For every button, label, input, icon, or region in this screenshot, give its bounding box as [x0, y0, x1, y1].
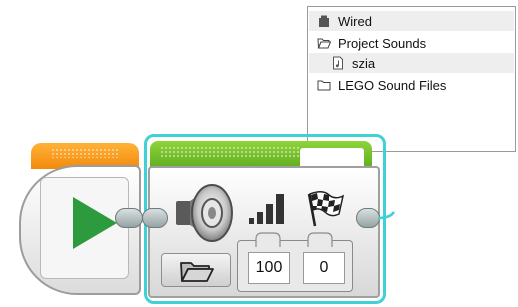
- tree-item-label: Project Sounds: [338, 35, 427, 51]
- parameter-connectors: [255, 232, 333, 247]
- volume-input[interactable]: 100: [248, 252, 290, 284]
- selection-connector-wire: [378, 211, 396, 220]
- tree-item-project-sounds[interactable]: Project Sounds: [309, 33, 514, 53]
- file-select-button[interactable]: [161, 253, 231, 287]
- folder-icon: [180, 262, 214, 282]
- tree-item-label: Wired: [338, 13, 372, 29]
- sequence-plug-out-sound[interactable]: [356, 208, 380, 228]
- program-canvas[interactable]: Wired Project Sounds szia LEGO Sound Fil…: [0, 0, 518, 307]
- tree-item-szia[interactable]: szia: [309, 53, 514, 73]
- speaker-icon: [176, 184, 233, 242]
- sound-block-header[interactable]: [150, 141, 372, 169]
- open-folder-icon: [317, 38, 331, 49]
- tree-item-wired[interactable]: Wired: [309, 11, 514, 31]
- sound-file-icon: [333, 56, 343, 70]
- sequence-plug-out[interactable]: [115, 208, 143, 228]
- volume-bars-icon: [249, 194, 284, 224]
- brick-icon: [319, 15, 329, 27]
- checkered-flag-icon: [307, 191, 345, 227]
- block-mode-tab[interactable]: [300, 148, 364, 168]
- tree-item-label: szia: [352, 55, 376, 71]
- folder-icon: [317, 80, 331, 91]
- tree-item-lego-sound-files[interactable]: LEGO Sound Files: [309, 75, 514, 95]
- play-type-input[interactable]: 0: [303, 252, 345, 284]
- sound-file-browser: Wired Project Sounds szia LEGO Sound Fil…: [307, 6, 516, 152]
- start-block[interactable]: [19, 165, 141, 295]
- sequence-plug-in[interactable]: [142, 208, 168, 228]
- tree-item-label: LEGO Sound Files: [338, 77, 447, 93]
- play-icon[interactable]: [73, 197, 117, 249]
